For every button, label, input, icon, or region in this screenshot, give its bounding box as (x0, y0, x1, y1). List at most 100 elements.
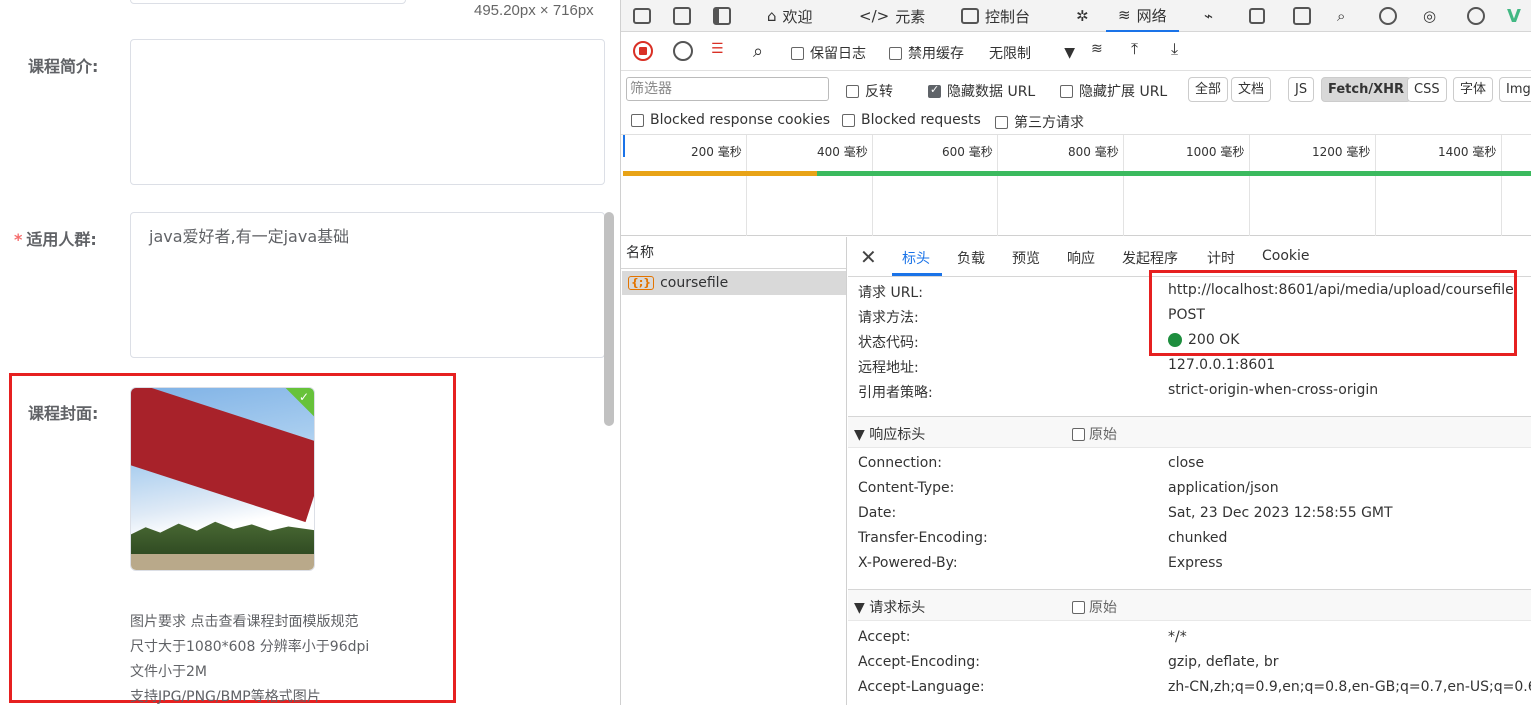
wifi-icon: ≋ (1118, 6, 1131, 24)
network-overview-timeline[interactable]: 200 毫秒 400 毫秒 600 毫秒 800 毫秒 1000 毫秒 1200… (621, 135, 1531, 236)
application-icon[interactable] (1293, 0, 1311, 32)
invert-label: 反转 (865, 84, 893, 100)
hide-data-urls-checkbox[interactable]: 隐藏数据 URL (928, 81, 1035, 101)
header-value: zh-CN,zh;q=0.9,en;q=0.8,en-GB;q=0.7,en-U… (1168, 679, 1531, 695)
type-filter-fetch-xhr[interactable]: Fetch/XHR (1321, 77, 1412, 102)
header-value: chunked (1168, 530, 1228, 546)
sources-bug-icon[interactable]: ✲ (1076, 0, 1089, 32)
intro-textarea[interactable] (130, 39, 605, 185)
throttle-select[interactable]: 无限制 ▼ (989, 43, 1075, 63)
tab-timing[interactable]: 计时 (1207, 248, 1235, 268)
header-key: Date: (858, 505, 897, 521)
general-key: 远程地址: (858, 360, 919, 376)
network-conditions-icon[interactable]: ≋ (1091, 41, 1103, 57)
security-icon[interactable]: ◎ (1423, 0, 1436, 32)
top-input-field[interactable] (130, 0, 406, 4)
tab-elements-label: 元素 (895, 7, 926, 26)
record-icon[interactable] (633, 41, 653, 61)
type-filter-font[interactable]: 字体 (1453, 77, 1494, 102)
search-icon[interactable]: ⌕ (753, 41, 763, 62)
lighthouse-icon[interactable] (1379, 0, 1397, 32)
tab-initiator[interactable]: 发起程序 (1122, 248, 1178, 268)
required-mark: * (14, 230, 23, 249)
block-icon[interactable] (1467, 0, 1485, 32)
form-scrollbar[interactable] (604, 212, 614, 426)
type-filter-js[interactable]: JS (1288, 77, 1315, 102)
blocked-requests-checkbox[interactable]: Blocked requests (842, 112, 981, 128)
general-key: 请求 URL: (858, 285, 923, 301)
invert-checkbox[interactable]: 反转 (846, 81, 893, 101)
dock-sidebar-icon[interactable] (713, 0, 731, 32)
raw-toggle[interactable]: 原始 (1072, 424, 1117, 444)
device-toggle-icon[interactable] (673, 0, 691, 32)
intro-label: 课程简介: (28, 57, 99, 76)
inspect-icon[interactable] (633, 0, 651, 32)
tab-response[interactable]: 响应 (1067, 248, 1095, 268)
tab-network-label: 网络 (1136, 6, 1167, 25)
remote-address-value: 127.0.0.1:8601 (1168, 357, 1276, 373)
export-har-icon[interactable]: ⤓ (1171, 39, 1178, 59)
filter-bar: 筛选器 反转 隐藏数据 URL 隐藏扩展 URL 全部 文档 JS Fetch/… (621, 71, 1531, 135)
screen: 495.20px × 716px 课程简介: * 适用人群: java爱好者,有一… (0, 0, 1531, 705)
type-filter-css[interactable]: CSS (1407, 77, 1447, 102)
clear-icon[interactable] (673, 41, 693, 61)
vue-icon[interactable]: V (1507, 0, 1521, 32)
blocked-cookies-checkbox[interactable]: Blocked response cookies (631, 112, 830, 128)
response-headers-section[interactable]: ▼ 响应标头 原始 (848, 416, 1531, 448)
type-filter-img[interactable]: Img (1499, 77, 1531, 102)
type-filter-doc[interactable]: 文档 (1231, 77, 1272, 102)
request-list-header[interactable]: 名称 (621, 237, 846, 269)
tab-welcome[interactable]: ⌂ 欢迎 (767, 0, 813, 32)
cover-tip-1: 图片要求 点击查看课程封面模版规范 (130, 614, 359, 630)
header-value: gzip, deflate, br (1168, 654, 1279, 670)
raw-toggle[interactable]: 原始 (1072, 597, 1117, 617)
tab-preview[interactable]: 预览 (1012, 248, 1040, 268)
request-list: 名称 {;} coursefile (621, 237, 847, 705)
audience-textarea[interactable]: java爱好者,有一定java基础 (130, 212, 605, 358)
tab-payload[interactable]: 负载 (957, 248, 985, 268)
filter-icon[interactable]: ☰ (711, 41, 724, 57)
filter-input[interactable]: 筛选器 (626, 77, 829, 101)
request-row-coursefile[interactable]: {;} coursefile (622, 271, 846, 295)
tab-elements[interactable]: </> 元素 (859, 0, 925, 32)
course-form-panel: 495.20px × 716px 课程简介: * 适用人群: java爱好者,有一… (0, 0, 620, 705)
tab-headers[interactable]: 标头 (902, 248, 930, 268)
header-key: Transfer-Encoding: (858, 530, 988, 546)
cover-tip-3: 文件小于2M (130, 664, 207, 680)
general-key: 请求方法: (858, 310, 919, 326)
referrer-policy-value: strict-origin-when-cross-origin (1168, 382, 1379, 398)
header-key: X-Powered-By: (858, 555, 958, 571)
tab-console[interactable]: 控制台 (961, 0, 1030, 32)
devtools-main-tabs: ⌂ 欢迎 </> 元素 控制台 ✲ ≋ 网络 ⌁ ⌕ ◎ V (621, 0, 1531, 32)
header-value: application/json (1168, 480, 1279, 496)
preserve-log-label: 保留日志 (810, 46, 866, 62)
tab-console-label: 控制台 (985, 7, 1031, 26)
third-party-checkbox[interactable]: 第三方请求 (995, 112, 1084, 132)
check-icon: ✓ (298, 390, 309, 404)
code-icon: </> (859, 7, 890, 25)
dimension-label: 495.20px × 716px (474, 2, 594, 19)
header-value: close (1168, 455, 1205, 471)
close-icon[interactable]: ✕ (860, 245, 877, 269)
cover-image[interactable]: ✓ (130, 387, 315, 571)
request-headers-section[interactable]: ▼ 请求标头 原始 (848, 589, 1531, 621)
hide-data-urls-label: 隐藏数据 URL (947, 84, 1036, 100)
hide-ext-urls-label: 隐藏扩展 URL (1079, 84, 1168, 100)
cover-label: 课程封面: (28, 404, 99, 423)
request-name: coursefile (660, 275, 729, 291)
import-har-icon[interactable]: ⤒ (1131, 39, 1138, 59)
third-party-label: 第三方请求 (1014, 115, 1084, 131)
tab-cookie[interactable]: Cookie (1262, 248, 1310, 264)
search-icon[interactable]: ⌕ (1337, 0, 1345, 32)
disable-cache-checkbox[interactable]: 禁用缓存 (889, 43, 964, 63)
hide-ext-urls-checkbox[interactable]: 隐藏扩展 URL (1060, 81, 1167, 101)
header-key: Accept: (858, 629, 911, 645)
timeline-cursor (623, 135, 625, 157)
general-key: 状态代码: (858, 335, 919, 351)
performance-icon[interactable]: ⌁ (1204, 0, 1213, 32)
memory-icon[interactable] (1249, 0, 1265, 32)
type-filter-all[interactable]: 全部 (1188, 77, 1229, 102)
preserve-log-checkbox[interactable]: 保留日志 (791, 43, 866, 63)
response-headers-title: ▼ 响应标头 (854, 427, 926, 443)
tab-network[interactable]: ≋ 网络 (1106, 0, 1179, 32)
